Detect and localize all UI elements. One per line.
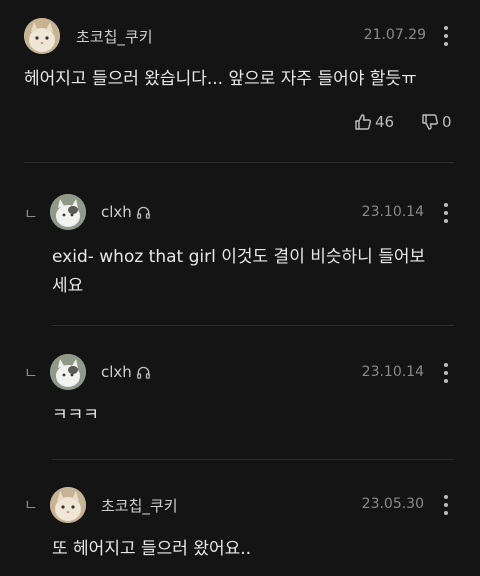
thumbs-down-icon bbox=[422, 114, 438, 130]
dislike-button[interactable]: 0 bbox=[421, 113, 452, 131]
cat-avatar-icon bbox=[24, 18, 60, 54]
more-options-icon[interactable] bbox=[438, 362, 454, 384]
comment-date: 23.05.30 bbox=[361, 496, 424, 512]
comment-date: 23.10.14 bbox=[361, 204, 424, 220]
more-options-icon[interactable] bbox=[438, 202, 454, 224]
reply-indicator: ㄴ bbox=[24, 364, 38, 382]
divider bbox=[52, 459, 454, 460]
comment-text-line: 세요 bbox=[52, 276, 84, 296]
avatar[interactable] bbox=[50, 354, 86, 390]
username-text: 초코칩_쿠키 bbox=[101, 497, 178, 515]
headphones-icon bbox=[136, 366, 150, 379]
comment-text: 헤어지고 들으러 왔습니다... 앞으로 자주 들어야 할듯ㅠ bbox=[24, 69, 417, 89]
dislike-count: 0 bbox=[442, 113, 452, 131]
comment-text-line: exid- whoz that girl 이것도 결이 비슷하니 들어보 bbox=[52, 247, 426, 267]
cat-avatar-icon bbox=[50, 354, 86, 390]
comment-text: 또 헤어지고 들으러 왔어요.. bbox=[52, 539, 252, 559]
username[interactable]: 초코칩_쿠키 bbox=[76, 26, 153, 47]
username[interactable]: 초코칩_쿠키 bbox=[101, 495, 178, 516]
username-text: 초코칩_쿠키 bbox=[76, 28, 153, 46]
cat-avatar-icon bbox=[50, 487, 86, 523]
reply-indicator: ㄴ bbox=[24, 496, 38, 514]
username-text: clxh bbox=[101, 203, 132, 221]
divider bbox=[52, 325, 454, 326]
headphones-icon bbox=[136, 206, 150, 219]
cat-avatar-icon bbox=[50, 194, 86, 230]
avatar[interactable] bbox=[50, 194, 86, 230]
more-options-icon[interactable] bbox=[438, 494, 454, 516]
like-button[interactable]: 46 bbox=[354, 113, 394, 131]
like-count: 46 bbox=[375, 113, 395, 131]
username[interactable]: clxh bbox=[101, 363, 151, 381]
more-options-icon[interactable] bbox=[438, 25, 454, 47]
username-text: clxh bbox=[101, 363, 132, 381]
comment-date: 23.10.14 bbox=[361, 364, 424, 380]
thumbs-up-icon bbox=[355, 114, 371, 130]
avatar[interactable] bbox=[50, 487, 86, 523]
reply-indicator: ㄴ bbox=[24, 205, 38, 223]
comment-text: exid- whoz that girl 이것도 결이 비슷하니 들어보 세요 bbox=[52, 244, 462, 299]
username[interactable]: clxh bbox=[101, 203, 151, 221]
comment-date: 21.07.29 bbox=[363, 27, 426, 43]
divider bbox=[24, 162, 454, 163]
comment-text: ㅋㅋㅋ bbox=[52, 405, 99, 425]
avatar[interactable] bbox=[24, 18, 60, 54]
